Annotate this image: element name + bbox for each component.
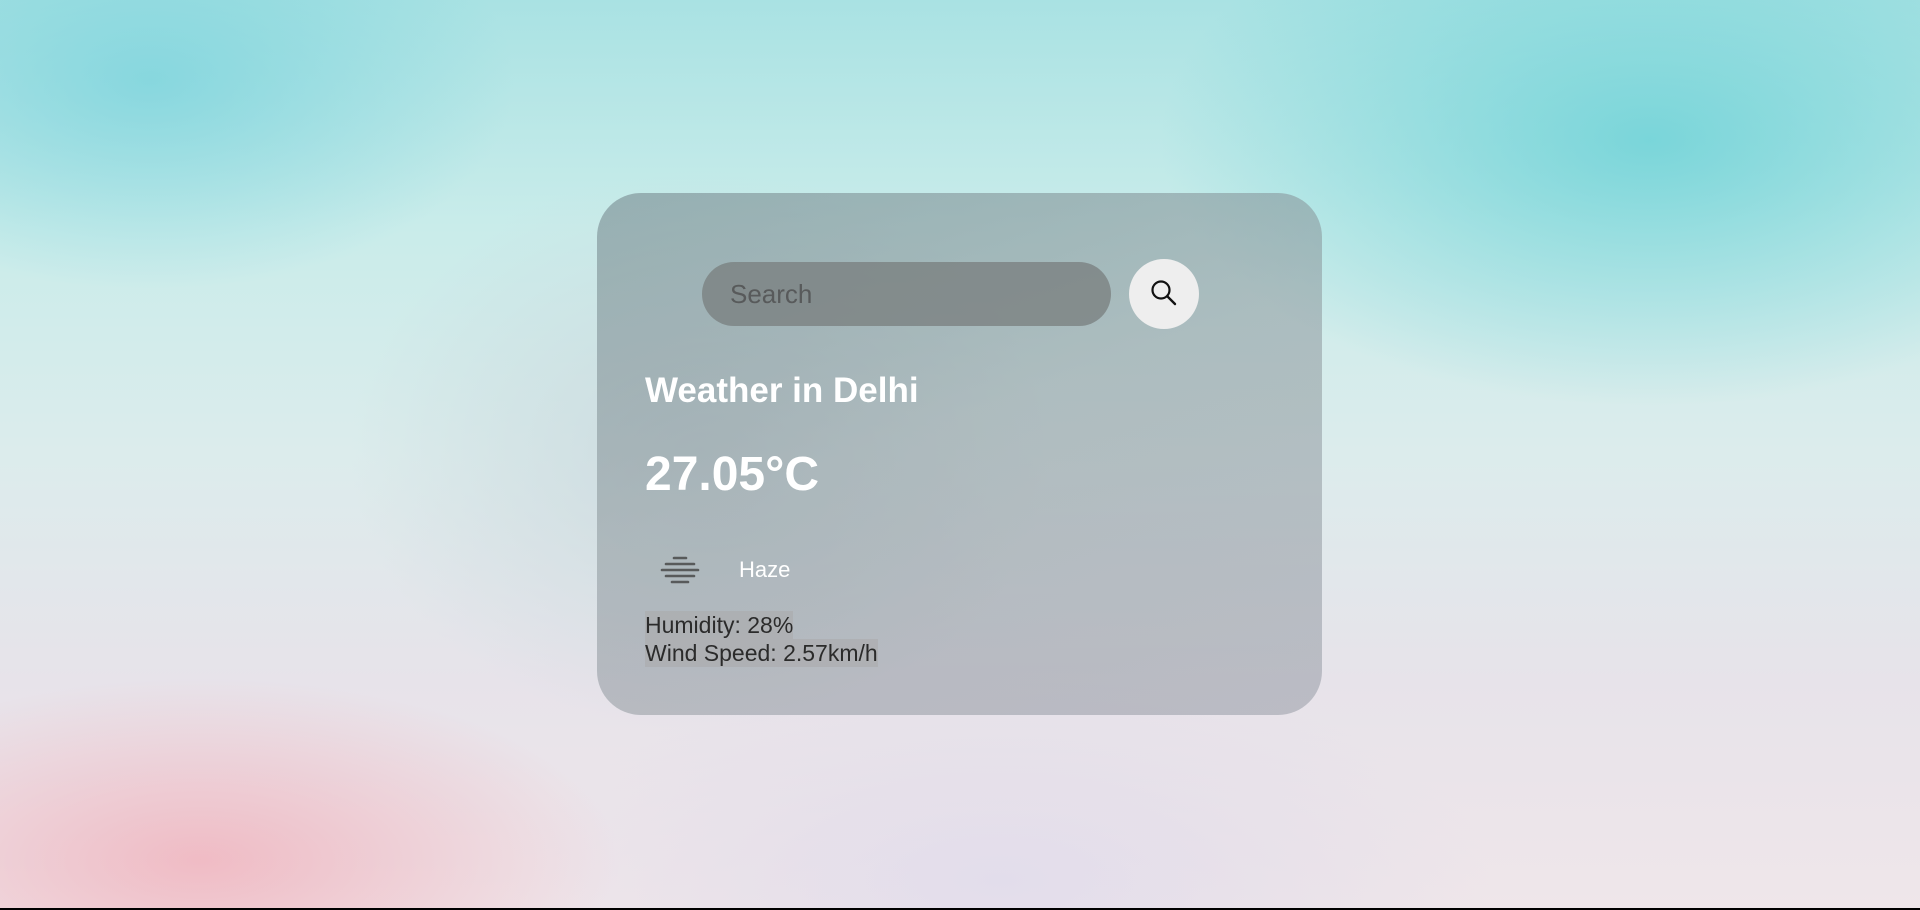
temperature: 27.05°C: [645, 448, 819, 501]
search-icon: [1149, 278, 1179, 311]
weather-details: Humidity: 28% Wind Speed: 2.57km/h: [645, 611, 878, 667]
condition-label: Haze: [739, 557, 791, 582]
haze-icon: [657, 551, 703, 589]
city-title: Weather in Delhi: [645, 371, 919, 410]
humidity-value: Humidity: 28%: [645, 611, 794, 639]
search-bar: [702, 259, 1199, 329]
wind-speed-value: Wind Speed: 2.57km/h: [645, 639, 878, 667]
search-button[interactable]: [1129, 259, 1199, 329]
weather-card: Weather in Delhi 27.05°C Haze Humidity: …: [597, 193, 1322, 715]
weather-condition: Haze: [657, 551, 790, 589]
search-input[interactable]: [702, 262, 1111, 326]
